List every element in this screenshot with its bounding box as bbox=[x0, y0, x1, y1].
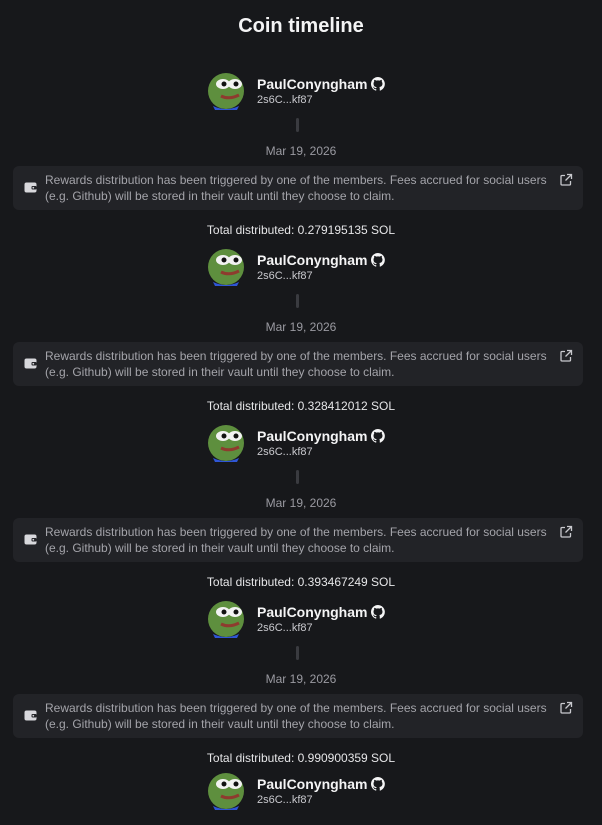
user-profile[interactable]: PaulConyngham 2s6C...kf87 bbox=[207, 598, 407, 640]
event-date: Mar 19, 2026 bbox=[265, 672, 337, 686]
frog-avatar bbox=[208, 249, 244, 286]
wallet-icon bbox=[24, 182, 37, 193]
frog-avatar bbox=[208, 73, 244, 110]
event-card: Rewards distribution has been triggered … bbox=[13, 166, 583, 210]
github-icon[interactable] bbox=[371, 777, 386, 791]
wallet-icon bbox=[24, 710, 37, 721]
github-icon[interactable] bbox=[371, 77, 386, 91]
timeline-connector bbox=[296, 470, 299, 484]
total-distributed: Total distributed: 0.393467249 SOL bbox=[206, 575, 396, 589]
user-profile[interactable]: PaulConyngham 2s6C...kf87 bbox=[207, 70, 407, 112]
username[interactable]: PaulConyngham bbox=[257, 776, 386, 792]
frog-avatar bbox=[208, 601, 244, 638]
wallet-address[interactable]: 2s6C...kf87 bbox=[257, 794, 313, 806]
github-icon[interactable] bbox=[371, 605, 386, 619]
wallet-address[interactable]: 2s6C...kf87 bbox=[257, 94, 313, 106]
event-date: Mar 19, 2026 bbox=[265, 320, 337, 334]
username[interactable]: PaulConyngham bbox=[257, 604, 386, 620]
external-link-icon[interactable] bbox=[559, 349, 573, 363]
timeline-connector bbox=[296, 294, 299, 308]
event-date: Mar 19, 2026 bbox=[265, 496, 337, 510]
username[interactable]: PaulConyngham bbox=[257, 252, 386, 268]
event-message: Rewards distribution has been triggered … bbox=[45, 173, 547, 203]
wallet-icon bbox=[24, 534, 37, 545]
wallet-address[interactable]: 2s6C...kf87 bbox=[257, 270, 313, 282]
total-distributed: Total distributed: 0.328412012 SOL bbox=[206, 399, 396, 413]
username[interactable]: PaulConyngham bbox=[257, 76, 386, 92]
username[interactable]: PaulConyngham bbox=[257, 428, 386, 444]
external-link-icon[interactable] bbox=[559, 701, 573, 715]
event-message: Rewards distribution has been triggered … bbox=[45, 525, 547, 555]
event-message: Rewards distribution has been triggered … bbox=[45, 701, 547, 731]
external-link-icon[interactable] bbox=[559, 173, 573, 187]
total-distributed: Total distributed: 0.279195135 SOL bbox=[206, 223, 396, 237]
event-message: Rewards distribution has been triggered … bbox=[45, 349, 547, 379]
external-link-icon[interactable] bbox=[559, 525, 573, 539]
event-card: Rewards distribution has been triggered … bbox=[13, 518, 583, 562]
github-icon[interactable] bbox=[371, 253, 386, 267]
user-profile[interactable]: PaulConyngham 2s6C...kf87 bbox=[207, 770, 407, 812]
page-title: Coin timeline bbox=[238, 15, 364, 37]
github-icon[interactable] bbox=[371, 429, 386, 443]
user-profile[interactable]: PaulConyngham 2s6C...kf87 bbox=[207, 246, 407, 288]
timeline-connector bbox=[296, 118, 299, 132]
user-profile[interactable]: PaulConyngham 2s6C...kf87 bbox=[207, 422, 407, 464]
event-card: Rewards distribution has been triggered … bbox=[13, 342, 583, 386]
wallet-address[interactable]: 2s6C...kf87 bbox=[257, 622, 313, 634]
wallet-address[interactable]: 2s6C...kf87 bbox=[257, 446, 313, 458]
total-distributed: Total distributed: 0.990900359 SOL bbox=[206, 751, 396, 765]
wallet-icon bbox=[24, 358, 37, 369]
timeline-connector bbox=[296, 646, 299, 660]
event-card: Rewards distribution has been triggered … bbox=[13, 694, 583, 738]
event-date: Mar 19, 2026 bbox=[265, 144, 337, 158]
frog-avatar bbox=[208, 773, 244, 810]
frog-avatar bbox=[208, 425, 244, 462]
